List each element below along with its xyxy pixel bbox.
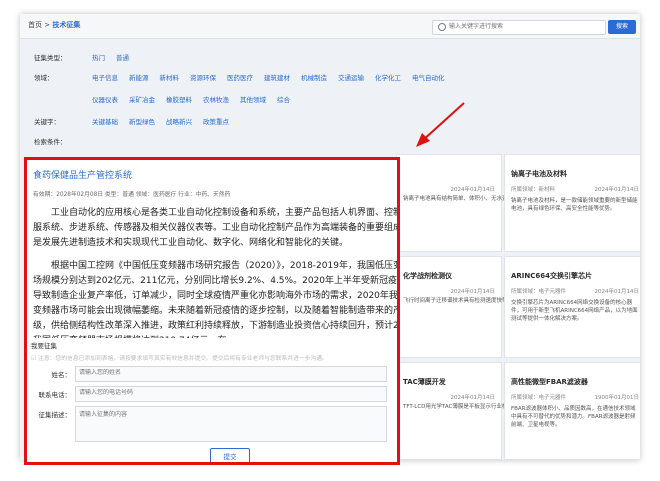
result-card[interactable]: ARINC664交换引擎芯片 所属领域：电子元器件 2024年01月14日 交换… — [504, 256, 640, 358]
phone-box[interactable] — [75, 386, 387, 402]
card-date: 2024年01月14日 — [450, 395, 496, 401]
filter-option[interactable]: 农林牧渔 — [203, 96, 229, 104]
breadcrumb-separator: > — [42, 21, 53, 29]
description-textarea[interactable] — [79, 409, 379, 437]
description-box[interactable] — [75, 406, 387, 442]
filter-option[interactable]: 政策重点 — [203, 118, 229, 126]
filter-label: 关键字： — [34, 118, 60, 126]
name-box[interactable] — [75, 366, 387, 382]
filter-row-keyword: 关键字： 关键基础 新型绿色 战略新兴 政策重点 — [20, 116, 640, 128]
card-title: 钠离子电池及材料 — [511, 170, 567, 178]
filter-option[interactable]: 采矿冶金 — [129, 96, 155, 104]
search-button[interactable]: 搜索 — [608, 20, 636, 34]
card-title: 高性能微型FBAR滤波器 — [511, 378, 588, 386]
filter-label: 检索条件： — [34, 138, 67, 146]
filter-option[interactable]: 资源环保 — [190, 74, 216, 82]
top-bar: 首页 > 技术征集 搜索 — [20, 14, 640, 39]
filter-label: 征集类型： — [34, 54, 67, 62]
filter-option[interactable]: 新材料 — [160, 74, 180, 82]
card-title: TAC薄膜开发 — [403, 378, 446, 386]
filter-option[interactable]: 建筑建材 — [264, 74, 290, 82]
filter-option[interactable]: 关键基础 — [92, 118, 118, 126]
filter-row-field-more: 仪器仪表 采矿冶金 橡胶塑料 农林牧渔 其他领域 综合 — [20, 94, 640, 106]
result-card[interactable]: 钠离子电池及材料 所属领域：新材料 2024年01月14日 钠离子电池及材料，是… — [504, 154, 640, 252]
popup-body: 工业自动化的应用核心是各类工业自动化控制设备和系统，主要产品包括人机界面、控制器… — [33, 206, 400, 357]
filter-row-conditions: 检索条件： — [20, 136, 640, 148]
name-input[interactable] — [79, 369, 379, 376]
filter-option[interactable]: 电气自动化 — [412, 74, 445, 82]
popup-paragraph: 根据中国工控网《中国低压变频器市场研究报告（2020）》，2018-2019年，… — [33, 261, 400, 346]
submit-button[interactable]: 提交 — [210, 448, 250, 462]
result-card-partial[interactable]: 化学战剂检测仪 2024年01月14日 飞行时间离子迁移谱技术具有检测速度快等优… — [396, 256, 524, 358]
result-card[interactable]: 高性能微型FBAR滤波器 所属领域：电子元器件 1900年01月01日 FBAR… — [504, 362, 640, 460]
phone-input[interactable] — [79, 389, 379, 396]
filter-row-type: 征集类型： 热门 普通 — [20, 52, 640, 64]
popup-title: 食药保健品生产管控系统 — [33, 171, 133, 181]
search-input[interactable] — [449, 22, 599, 32]
card-title: 化学战剂检测仪 — [403, 272, 452, 280]
section-title: 我要征集 — [31, 342, 57, 350]
search-icon — [438, 23, 446, 31]
filter-option[interactable]: 电子信息 — [92, 74, 118, 82]
filter-option[interactable]: 机械制造 — [301, 74, 327, 82]
card-meta: 所属领域：电子元器件 — [511, 289, 567, 295]
filter-label: 领域： — [34, 74, 54, 82]
filter-option[interactable]: 新型绿色 — [129, 118, 155, 126]
filter-option[interactable]: 普通 — [116, 54, 129, 62]
card-meta: 所属领域：新材料 — [511, 187, 556, 193]
form-notice: ☑ 注意：您的信息已添加到表格，请按要求填写真实有效信息并提交。提交后将有专业老… — [31, 356, 328, 362]
filter-option[interactable]: 橡胶塑料 — [166, 96, 192, 104]
card-date: 2024年01月14日 — [594, 289, 640, 295]
card-meta: 所属领域：电子元器件 — [511, 395, 567, 401]
breadcrumb: 首页 > 技术征集 — [28, 20, 80, 30]
detail-popup: 食药保健品生产管控系统 有效期：2028年02月08日 类型：普通 领域：医药医… — [24, 157, 400, 465]
filter-option[interactable]: 其他领域 — [240, 96, 266, 104]
breadcrumb-current: 技术征集 — [52, 21, 81, 29]
filter-option[interactable]: 化学化工 — [375, 74, 401, 82]
annotation-arrow-icon — [416, 102, 465, 147]
card-desc: 钠离子电池及材料，是一款储能领域重要的新型储能电池，具有绿色环保、高安全性能等优… — [511, 198, 638, 212]
name-label: 姓名： — [51, 371, 72, 379]
card-desc: 交换引擎芯片为ARINC664网络交换设备的核心器件，可用于新型飞机ARINC6… — [511, 300, 638, 322]
filter-option[interactable]: 战略新兴 — [166, 118, 192, 126]
breadcrumb-home[interactable]: 首页 — [28, 21, 42, 29]
search-box[interactable] — [432, 20, 606, 35]
popup-paragraph: 工业自动化的应用核心是各类工业自动化控制设备和系统，主要产品包括人机界面、控制器… — [33, 208, 400, 248]
popup-meta: 有效期：2028年02月08日 类型：普通 领域：医药医疗 行业：中药、天然药 — [33, 192, 231, 198]
filter-option[interactable]: 医药医疗 — [227, 74, 253, 82]
description-label: 征集描述： — [38, 411, 72, 419]
card-date: 2024年01月14日 — [450, 289, 496, 295]
filter-option[interactable]: 热门 — [92, 54, 105, 62]
filter-option[interactable]: 新能源 — [129, 74, 149, 82]
phone-label: 联系电话： — [38, 391, 72, 399]
result-card-partial[interactable]: TAC薄膜开发 2024年01月14日 TFT-LCD用光学TAC薄膜是平板显示… — [396, 362, 529, 460]
card-desc: FBAR滤波器体积小、品质因数高，在通信技术领域中具有不可替代的优势和潜力。FB… — [511, 406, 636, 428]
filter-option[interactable]: 综合 — [277, 96, 290, 104]
card-date: 1900年01月01日 — [594, 395, 640, 401]
filter-option[interactable]: 交通运输 — [338, 74, 364, 82]
filter-row-field: 领域： 电子信息 新能源 新材料 资源环保 医药医疗 建筑建材 机械制造 交通运输 化学化工 电气… — [20, 72, 640, 84]
section-header: 我要征集 — [27, 338, 397, 350]
card-date: 2024年01月14日 — [450, 187, 496, 193]
result-card-partial[interactable]: 2024年01月14日 钠离子电池具有结构简单、体积小、无水资源占用等优点。 — [396, 154, 546, 252]
filter-option[interactable]: 仪器仪表 — [92, 96, 118, 104]
card-title: ARINC664交换引擎芯片 — [511, 272, 593, 280]
card-date: 2024年01月14日 — [594, 187, 640, 193]
